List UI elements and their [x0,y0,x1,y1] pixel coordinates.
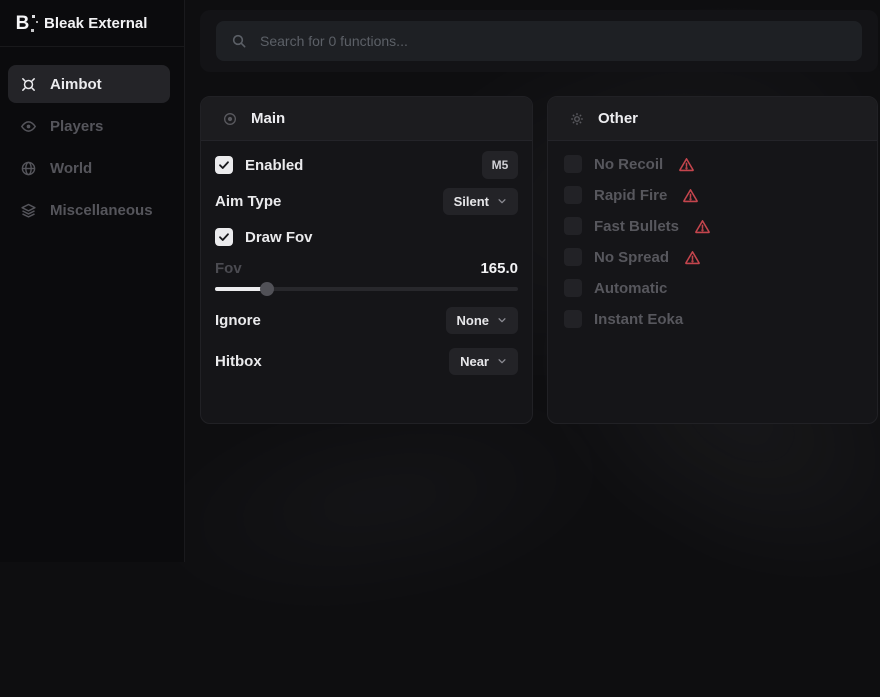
fov-header: Fov 165.0 [215,257,518,279]
feature-checkbox-no-spread[interactable] [564,248,582,266]
sidebar-item-label: World [50,160,92,177]
feature-label: Fast Bullets [594,218,679,235]
panel-other: Other No Recoil Rapid Fire Fast Bullets [547,96,878,424]
sidebar: B Bleak External Aimbot Players World Mi… [0,0,185,562]
feature-label: Automatic [594,280,667,297]
warning-icon [684,249,701,266]
sidebar-item-aimbot[interactable]: Aimbot [8,65,170,103]
enabled-keybind-button[interactable]: M5 [482,151,518,179]
chevron-down-icon [497,356,507,366]
fov-value: 165.0 [480,260,518,277]
panel-other-title: Other [598,110,638,127]
draw-fov-row: Draw Fov [215,223,518,251]
enabled-toggle[interactable]: Enabled [215,156,303,174]
aim-type-value: Silent [454,194,489,209]
draw-fov-label: Draw Fov [245,229,313,246]
chevron-down-icon [497,196,507,206]
feature-checkbox-instant-eoka[interactable] [564,310,582,328]
panel-other-header: Other [548,97,877,141]
search-bar-container: Search for 0 functions... [200,10,878,72]
panel-main-title: Main [251,110,285,127]
feature-checkbox-fast-bullets[interactable] [564,217,582,235]
sidebar-header: B Bleak External [0,0,184,47]
ignore-dropdown[interactable]: None [446,307,519,334]
hitbox-row: Hitbox Near [215,347,518,375]
hitbox-label: Hitbox [215,353,262,370]
warning-icon [678,156,695,173]
sidebar-item-label: Aimbot [50,76,102,93]
sidebar-item-miscellaneous[interactable]: Miscellaneous [8,191,170,229]
draw-fov-toggle[interactable]: Draw Fov [215,228,313,246]
draw-fov-checkbox[interactable] [215,228,233,246]
ignore-label: Ignore [215,312,261,329]
enabled-checkbox[interactable] [215,156,233,174]
warning-icon [694,218,711,235]
feature-checkbox-automatic[interactable] [564,279,582,297]
panel-main-header: Main [201,97,532,141]
aim-type-label: Aim Type [215,193,281,210]
sidebar-item-world[interactable]: World [8,149,170,187]
feature-label: Instant Eoka [594,311,683,328]
sidebar-item-label: Players [50,118,103,135]
app-logo-icon: B [11,12,33,34]
hitbox-value: Near [460,354,489,369]
layers-icon [20,202,37,219]
sidebar-item-players[interactable]: Players [8,107,170,145]
crosshair-icon [20,76,37,93]
feature-row-automatic[interactable]: Automatic [564,279,861,297]
search-input[interactable]: Search for 0 functions... [216,21,862,61]
ignore-row: Ignore None [215,306,518,334]
sidebar-item-label: Miscellaneous [50,202,153,219]
sidebar-nav: Aimbot Players World Miscellaneous [0,47,184,229]
aim-type-dropdown[interactable]: Silent [443,188,518,215]
panel-main-body: Enabled M5 Aim Type Silent Draw Fov Fov [201,151,532,375]
feature-row-fast-bullets[interactable]: Fast Bullets [564,217,861,235]
panel-other-body: No Recoil Rapid Fire Fast Bullets [548,141,877,328]
enabled-row: Enabled M5 [215,151,518,179]
fov-slider-thumb[interactable] [260,282,274,296]
panel-main: Main Enabled M5 Aim Type Silent [200,96,533,424]
feature-row-instant-eoka[interactable]: Instant Eoka [564,310,861,328]
feature-label: Rapid Fire [594,187,667,204]
feature-checkbox-rapid-fire[interactable] [564,186,582,204]
feature-label: No Spread [594,249,669,266]
warning-icon [682,187,699,204]
app-title: Bleak External [44,15,147,32]
ignore-value: None [457,313,490,328]
search-placeholder: Search for 0 functions... [260,33,408,49]
hitbox-dropdown[interactable]: Near [449,348,518,375]
gear-icon [569,111,585,127]
target-icon [222,111,238,127]
feature-row-rapid-fire[interactable]: Rapid Fire [564,186,861,204]
chevron-down-icon [497,315,507,325]
feature-label: No Recoil [594,156,663,173]
globe-icon [20,160,37,177]
eye-icon [20,118,37,135]
fov-label: Fov [215,260,242,277]
feature-row-no-spread[interactable]: No Spread [564,248,861,266]
search-icon [231,33,247,49]
feature-checkbox-no-recoil[interactable] [564,155,582,173]
enabled-label: Enabled [245,157,303,174]
aim-type-row: Aim Type Silent [215,187,518,215]
fov-slider[interactable] [215,282,518,296]
feature-row-no-recoil[interactable]: No Recoil [564,155,861,173]
fov-slider-fill [215,287,267,291]
